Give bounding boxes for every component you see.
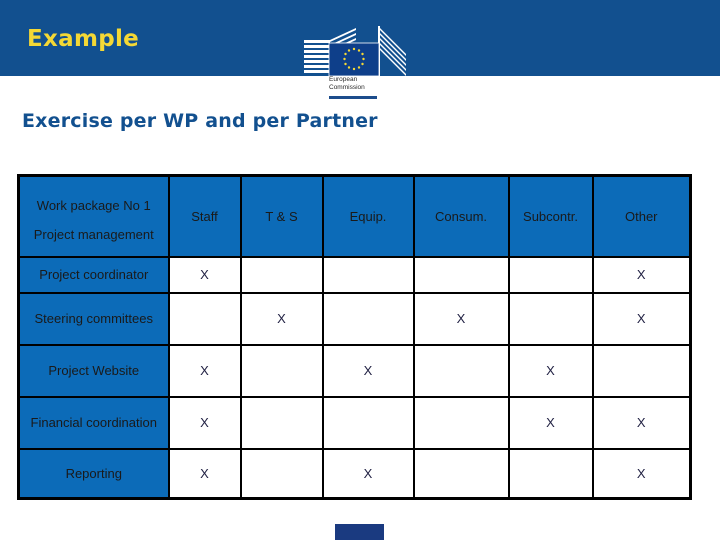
page-title: Exercise per WP and per Partner xyxy=(22,110,378,132)
table-cell xyxy=(239,255,324,294)
row-label: Financial coordination xyxy=(17,395,170,450)
row-label: Reporting xyxy=(17,447,170,500)
table-cell xyxy=(591,343,692,398)
mark: X xyxy=(200,415,209,430)
table-cell: X xyxy=(412,291,510,346)
mark: X xyxy=(546,415,555,430)
logo-text: European Commission xyxy=(329,76,365,92)
table-corner-cell: Work package No 1 Project management xyxy=(17,174,170,258)
mark: X xyxy=(636,267,646,282)
column-header: Consum. xyxy=(412,174,510,258)
slide-label: Example xyxy=(27,26,140,52)
table-cell xyxy=(167,291,242,346)
logo-text-line2: Commission xyxy=(329,84,365,91)
table-cell xyxy=(321,291,415,346)
column-header: Other xyxy=(591,174,692,258)
mark: X xyxy=(200,363,209,378)
logo-text-line1: European xyxy=(329,76,358,83)
row-label: Project coordinator xyxy=(17,255,170,294)
table-cell xyxy=(412,255,510,294)
table-cell: X xyxy=(507,395,594,450)
table-cell xyxy=(507,255,594,294)
column-header: T & S xyxy=(239,174,324,258)
table-cell: X xyxy=(167,447,242,500)
mark: X xyxy=(277,311,286,326)
work-package-label: Work package No 1 xyxy=(36,198,151,214)
table-row: Project Website X X X xyxy=(17,343,692,398)
table-row: Reporting X X X xyxy=(17,447,692,500)
column-header: Equip. xyxy=(321,174,415,258)
table-row: Steering committees X X X xyxy=(17,291,692,346)
table-cell: X xyxy=(507,343,594,398)
table-cell xyxy=(239,395,324,450)
table-cell xyxy=(321,255,415,294)
mark: X xyxy=(363,465,373,481)
mark: X xyxy=(363,363,373,378)
mark: X xyxy=(200,267,209,282)
table-cell: X xyxy=(591,395,692,450)
table-cell xyxy=(239,447,324,500)
table-cell xyxy=(507,291,594,346)
mark: X xyxy=(636,311,646,326)
table-cell xyxy=(412,395,510,450)
table-cell xyxy=(239,343,324,398)
mark: X xyxy=(546,363,555,378)
row-label: Steering committees xyxy=(17,291,170,346)
table-cell xyxy=(507,447,594,500)
work-package-name: Project management xyxy=(33,227,154,243)
table-cell: X xyxy=(591,255,692,294)
table-cell: X xyxy=(167,343,242,398)
column-header: Staff xyxy=(167,174,242,258)
mark: X xyxy=(636,465,646,481)
table-cell: X xyxy=(239,291,324,346)
table-cell: X xyxy=(321,447,415,500)
table-cell xyxy=(412,343,510,398)
mark: X xyxy=(456,311,466,326)
table-cell: X xyxy=(591,447,692,500)
logo-underline xyxy=(329,96,377,99)
row-label: Project Website xyxy=(17,343,170,398)
table-cell: X xyxy=(167,255,242,294)
footer-bar xyxy=(335,524,384,540)
table-cell xyxy=(412,447,510,500)
work-package-table: Work package No 1 Project management Sta… xyxy=(17,174,692,500)
table-cell: X xyxy=(321,343,415,398)
table-cell: X xyxy=(591,291,692,346)
mark: X xyxy=(200,465,209,481)
table-cell xyxy=(321,395,415,450)
table-cell: X xyxy=(167,395,242,450)
mark: X xyxy=(636,415,646,430)
table-row: Financial coordination X X X xyxy=(17,395,692,450)
table-header-row: Work package No 1 Project management Sta… xyxy=(17,174,692,258)
column-header: Subcontr. xyxy=(507,174,594,258)
table-row: Project coordinator X X xyxy=(17,255,692,294)
